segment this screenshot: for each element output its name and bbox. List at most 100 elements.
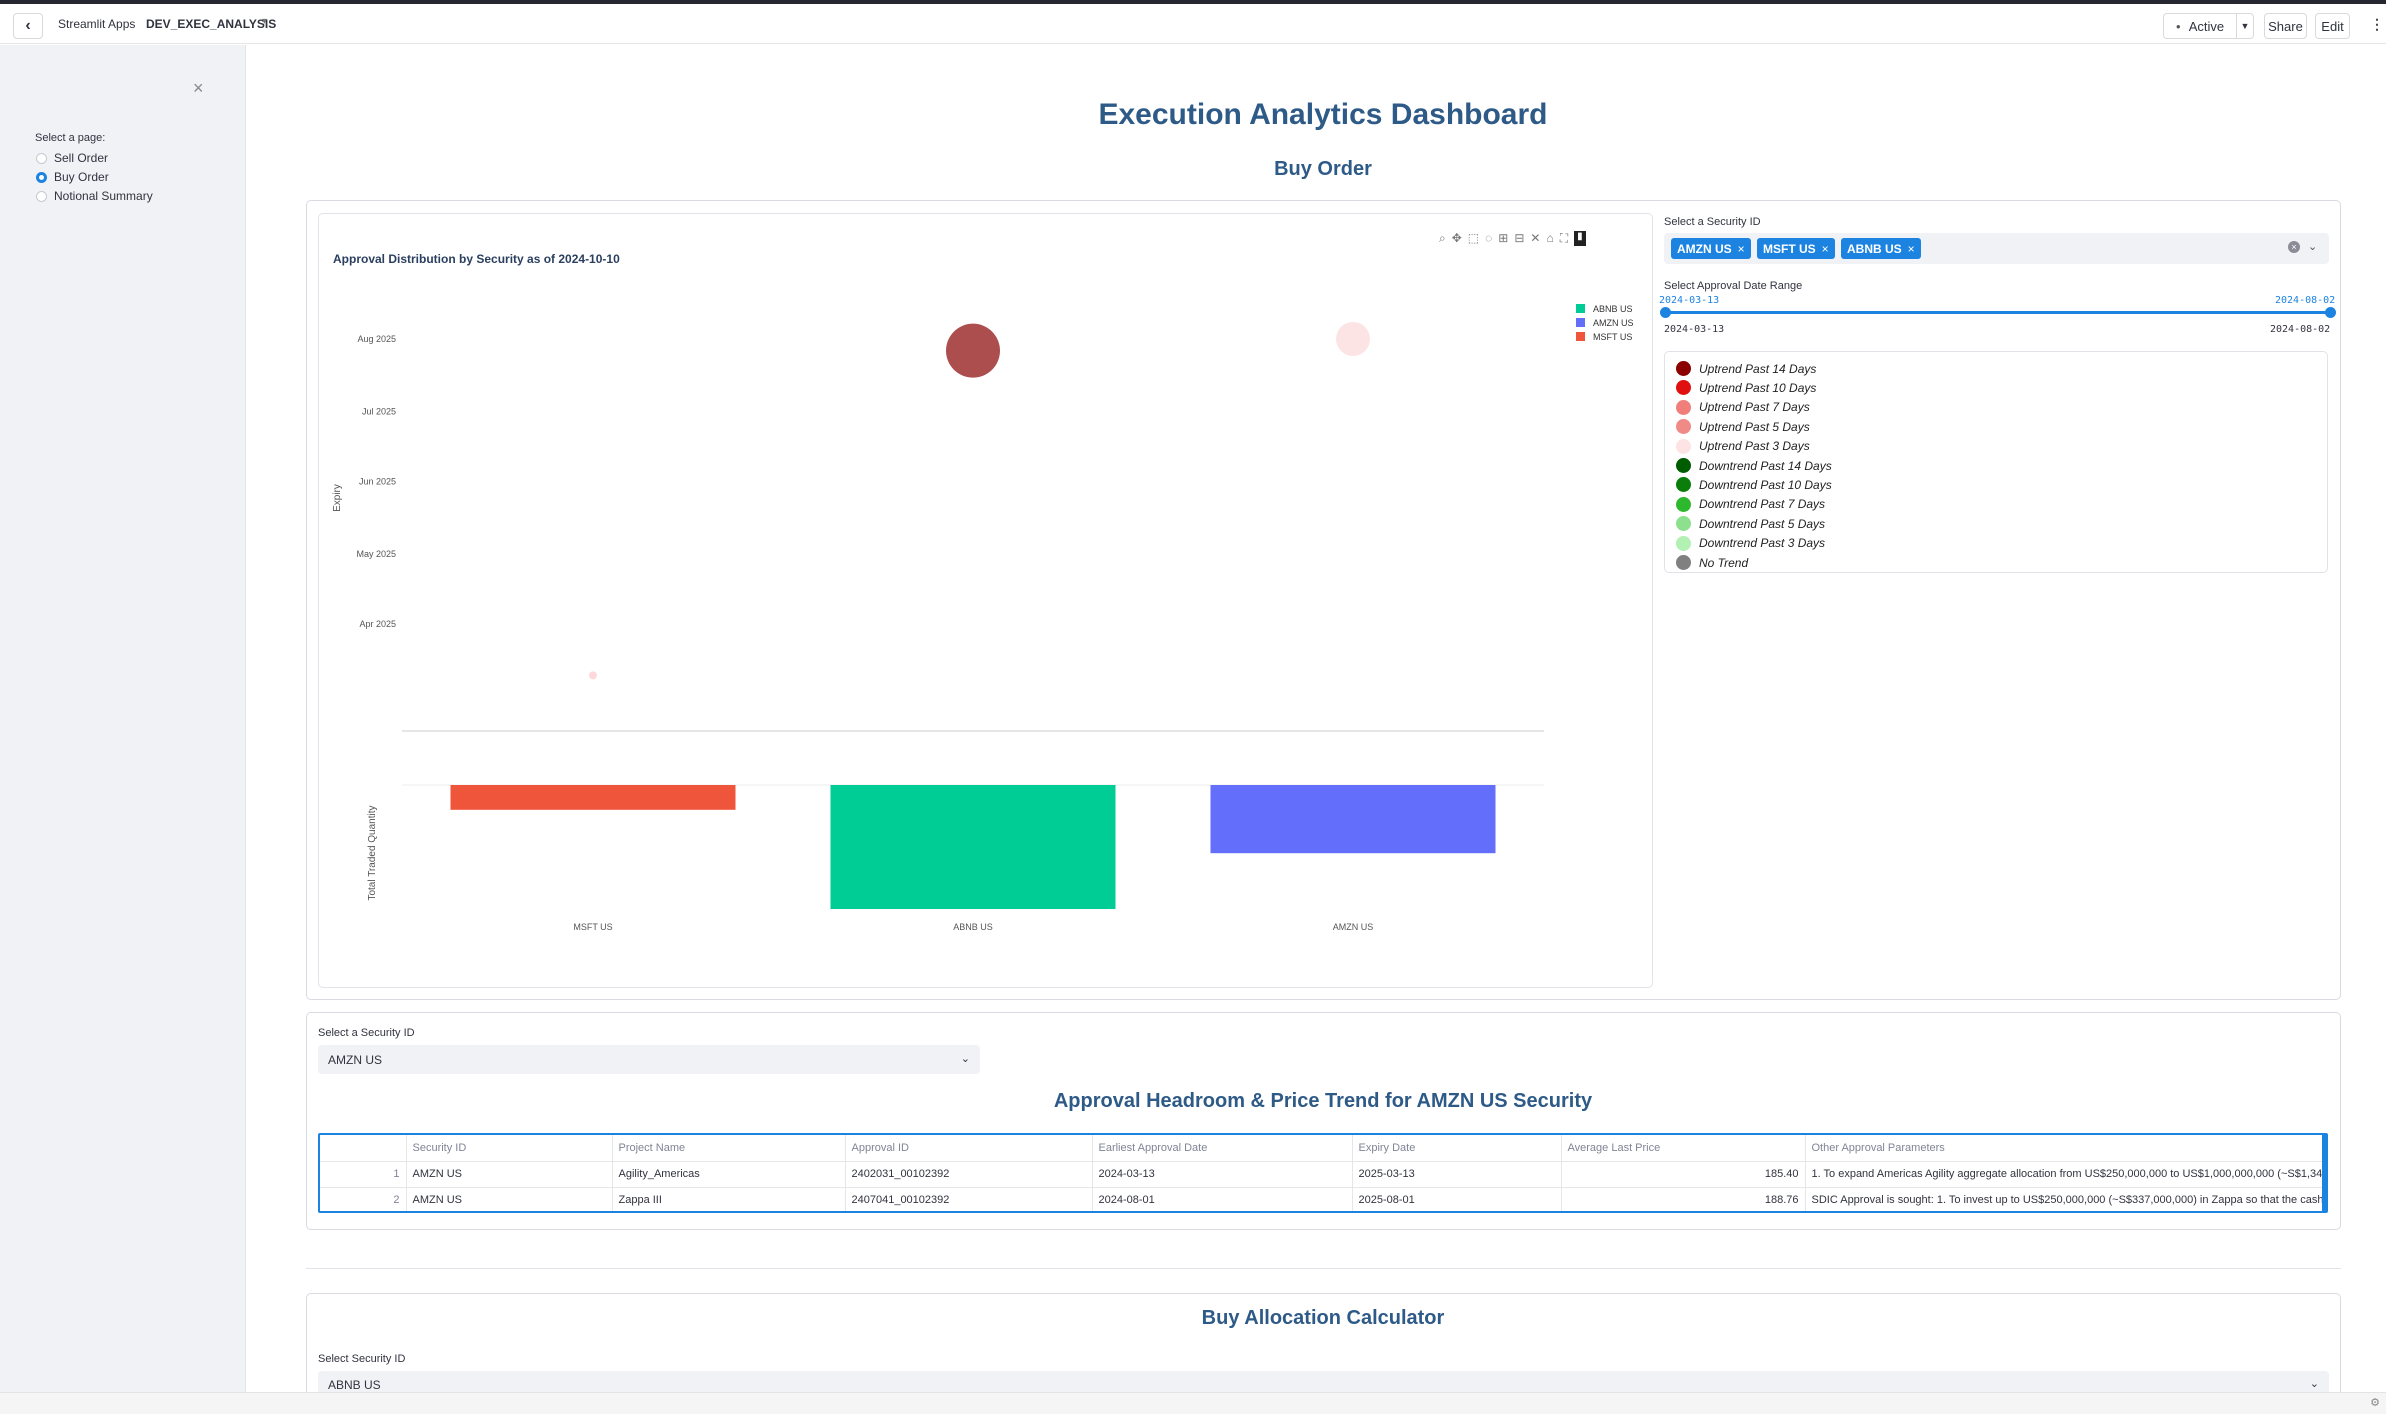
page-radio-label: Sell Order	[54, 151, 109, 165]
table-column-header[interactable]: Project Name	[612, 1135, 846, 1162]
chip-remove-icon[interactable]: ×	[1908, 242, 1915, 256]
page-radio-label: Buy Order	[54, 170, 109, 184]
radio-icon	[36, 152, 47, 164]
table-header-row: Security ID Project Name Approval ID Earlie…	[320, 1135, 2326, 1162]
table-column-header[interactable]: Other Approval Parameters	[1805, 1135, 2326, 1162]
calculator-title: Buy Allocation Calculator	[1201, 1307, 1445, 1329]
multiselect-chevron-icon[interactable]: ⌄	[2308, 240, 2317, 253]
radio-icon	[36, 190, 47, 202]
chart-svg: Approval Distribution by Security as of …	[332, 252, 1634, 932]
table-cell[interactable]: 1. To expand Americas Agility aggregate …	[1805, 1161, 2326, 1188]
table-cell[interactable]: 2024-08-01	[1092, 1187, 1353, 1211]
chip-msft-us[interactable]: MSFT US ×	[1757, 238, 1835, 259]
scatter-point	[946, 323, 1000, 378]
scatter-y-tick-label: Apr 2025	[359, 619, 396, 629]
table-scrollbar[interactable]	[2322, 1135, 2326, 1211]
table-row[interactable]: 2 AMZN US Zappa III 2407041_00102392 2024-08…	[320, 1187, 2326, 1211]
trend-legend-label: Uptrend Past 10 Days	[1699, 380, 1817, 395]
chip-amzn-us[interactable]: AMZN US ×	[1671, 238, 1751, 259]
page-radio-buy-order[interactable]: Buy Order	[36, 170, 109, 184]
slider-start-handle[interactable]	[1660, 307, 1671, 318]
table-cell[interactable]: 2402031_00102392	[845, 1161, 1093, 1188]
radio-selected-icon	[36, 171, 47, 183]
bar	[1210, 785, 1496, 854]
trend-color-dot-icon	[1676, 458, 1691, 473]
trend-color-dot-icon	[1676, 477, 1691, 493]
table-column-header[interactable]: Approval ID	[845, 1135, 1093, 1162]
bar	[830, 785, 1116, 909]
chip-remove-icon[interactable]: ×	[1738, 242, 1745, 256]
bar-x-tick-label: AMZN US	[1333, 922, 1374, 932]
table-column-header[interactable]	[320, 1135, 407, 1162]
settings-icon[interactable]: ⚙	[2370, 1396, 2380, 1409]
legend-swatch-icon	[1576, 332, 1585, 341]
legend-label: MSFT US	[1593, 332, 1632, 342]
table-cell[interactable]: 188.76	[1561, 1187, 1806, 1211]
date-range-slider-track[interactable]	[1665, 311, 2330, 314]
table-cell[interactable]: 2407041_00102392	[845, 1187, 1093, 1211]
table-cell[interactable]: 2	[320, 1187, 407, 1211]
app-name[interactable]: DEV_EXEC_ANALYSIS	[146, 17, 276, 31]
trend-legend-item: Uptrend Past 10 Days	[1676, 380, 1817, 396]
table-cell[interactable]: Zappa III	[612, 1187, 846, 1211]
slider-end-value: 2024-08-02	[2275, 295, 2336, 306]
scatter-plot: Expiry Apr 2025 May 2025 Jun 2025 Jul 2025 Au…	[332, 322, 1544, 732]
chart-legend: ABNB US AMZN US MSFT US	[1576, 304, 1634, 342]
app-breadcrumb-link[interactable]: Streamlit Apps	[58, 17, 135, 31]
slider-end-handle[interactable]	[2325, 307, 2336, 318]
bar-plot: Total Traded Quantity MSFT US ABNB US AMZN …	[367, 784, 1544, 932]
trend-legend-item: Downtrend Past 10 Days	[1676, 477, 1832, 493]
status-button[interactable]: ● Active	[2163, 13, 2237, 39]
page-title: Execution Analytics Dashboard	[1098, 98, 1548, 131]
legend-swatch-icon	[1576, 304, 1585, 313]
trend-legend-item: Downtrend Past 14 Days	[1676, 458, 1832, 473]
more-options-icon[interactable]: ⋮	[2370, 16, 2384, 33]
share-button[interactable]: Share	[2264, 13, 2307, 39]
table-cell[interactable]: 1	[320, 1161, 407, 1188]
chip-abnb-us[interactable]: ABNB US ×	[1841, 238, 1921, 259]
trend-legend-label: Uptrend Past 5 Days	[1699, 419, 1810, 434]
page-radio-label: Notional Summary	[54, 189, 153, 203]
trend-legend-label: Downtrend Past 7 Days	[1699, 497, 1826, 512]
table-column-header[interactable]: Expiry Date	[1352, 1135, 1562, 1162]
bottom-status-bar: ⚙	[0, 1392, 2386, 1414]
status-dropdown-icon[interactable]: ▼	[2236, 13, 2254, 39]
table-cell[interactable]: Agility_Americas	[612, 1161, 846, 1188]
legend-label: ABNB US	[1593, 304, 1633, 314]
clear-all-icon[interactable]: ×	[2288, 241, 2300, 253]
trend-legend-item: Uptrend Past 7 Days	[1676, 399, 1810, 415]
table-column-header[interactable]: Average Last Price	[1561, 1135, 1806, 1162]
page-radio-sell-order[interactable]: Sell Order	[36, 151, 108, 165]
security-select-label: Select a Security ID	[318, 1027, 415, 1039]
scatter-point	[589, 671, 597, 680]
table-column-header[interactable]: Earliest Approval Date	[1092, 1135, 1353, 1162]
sidebar-close-icon[interactable]: ×	[193, 78, 204, 99]
app-topbar: ‹ Streamlit Apps DEV_EXEC_ANALYSIS ▾ ● A…	[0, 4, 2386, 44]
sidebar: × Select a page: Sell Order Buy Order No…	[0, 45, 246, 1401]
security-select[interactable]: AMZN US ⌄	[318, 1045, 980, 1074]
back-button[interactable]: ‹	[13, 13, 43, 39]
calculator-select-value: ABNB US	[328, 1378, 381, 1392]
table-cell[interactable]: 185.40	[1561, 1161, 1806, 1188]
trend-legend-label: Downtrend Past 3 Days	[1699, 536, 1826, 551]
table-column-header[interactable]: Security ID	[406, 1135, 613, 1162]
page-radio-notional-summary[interactable]: Notional Summary	[36, 189, 153, 203]
trend-color-dot-icon	[1676, 380, 1691, 396]
scatter-y-axis-label: Expiry	[332, 484, 343, 512]
chip-label: AMZN US	[1677, 241, 1732, 256]
calculator-select-label: Select Security ID	[318, 1353, 406, 1365]
table-cell[interactable]: 2025-08-01	[1352, 1187, 1562, 1211]
table-row[interactable]: 1 AMZN US Agility_Americas 2402031_00102392…	[320, 1161, 2326, 1188]
edit-button[interactable]: Edit	[2315, 13, 2350, 39]
app-dropdown-icon[interactable]: ▾	[262, 16, 267, 27]
trend-legend-item: Downtrend Past 5 Days	[1676, 516, 1825, 532]
status-dot-icon: ●	[2175, 21, 2181, 31]
table-cell[interactable]: AMZN US	[406, 1161, 613, 1188]
table-cell[interactable]: 2024-03-13	[1092, 1161, 1353, 1188]
chip-remove-icon[interactable]: ×	[1822, 242, 1829, 256]
bar	[450, 785, 736, 810]
headroom-table[interactable]: Security ID Project Name Approval ID Earlie…	[318, 1133, 2328, 1213]
table-cell[interactable]: SDIC Approval is sought: 1. To invest up…	[1805, 1187, 2326, 1211]
table-cell[interactable]: AMZN US	[406, 1187, 613, 1211]
table-cell[interactable]: 2025-03-13	[1352, 1161, 1562, 1188]
